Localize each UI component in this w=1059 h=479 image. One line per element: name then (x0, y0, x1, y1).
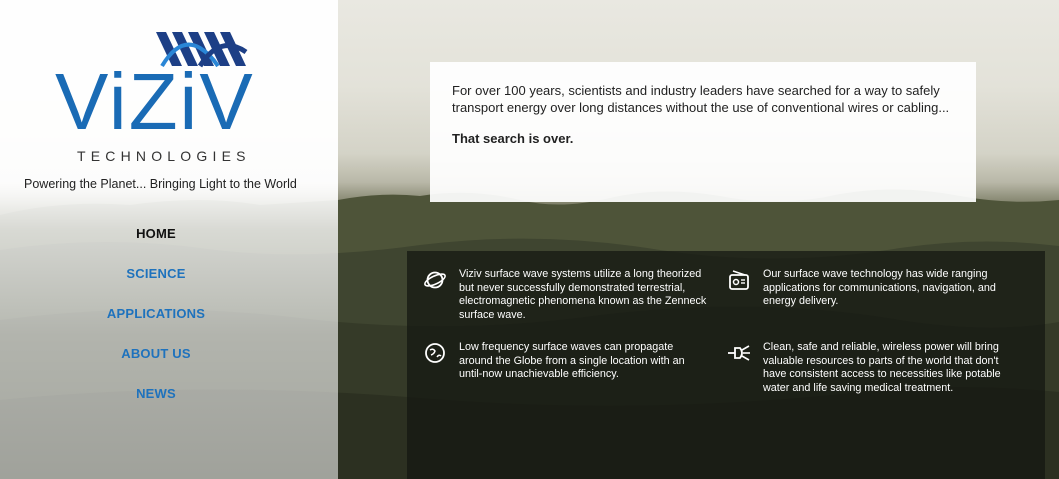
sidebar: ViZiV TECHNOLOGIES Powering the Planet..… (0, 0, 338, 479)
intro-text: For over 100 years, scientists and indus… (452, 83, 950, 115)
nav-item-about-us[interactable]: ABOUT US (0, 342, 312, 382)
intro-box: For over 100 years, scientists and indus… (430, 62, 976, 202)
nav-item-science[interactable]: SCIENCE (0, 262, 312, 302)
brand-tagline: Powering the Planet... Bringing Light to… (24, 177, 297, 191)
radio-icon (729, 270, 749, 290)
nav-item-news[interactable]: NEWS (0, 382, 312, 422)
feature-text: Viziv surface wave systems utilize a lon… (459, 268, 707, 322)
intro-highlight: That search is over. (452, 131, 574, 146)
main-nav: HOME SCIENCE APPLICATIONS ABOUT US NEWS (0, 222, 312, 422)
plug-icon (728, 345, 750, 361)
feature-text: Our surface wave technology has wide ran… (763, 268, 996, 308)
nav-item-home[interactable]: HOME (0, 222, 312, 262)
feature-text: Low frequency surface waves can propagat… (459, 341, 685, 381)
planet-icon (424, 271, 446, 289)
globe-icon (425, 343, 445, 363)
feature-text: Clean, safe and reliable, wireless power… (763, 341, 1001, 395)
brand-wordmark: ViZiV (55, 57, 255, 146)
brand-subtitle: TECHNOLOGIES (77, 148, 251, 164)
nav-item-applications[interactable]: APPLICATIONS (0, 302, 312, 342)
features-panel: Viziv surface wave systems utilize a lon… (407, 251, 1045, 479)
